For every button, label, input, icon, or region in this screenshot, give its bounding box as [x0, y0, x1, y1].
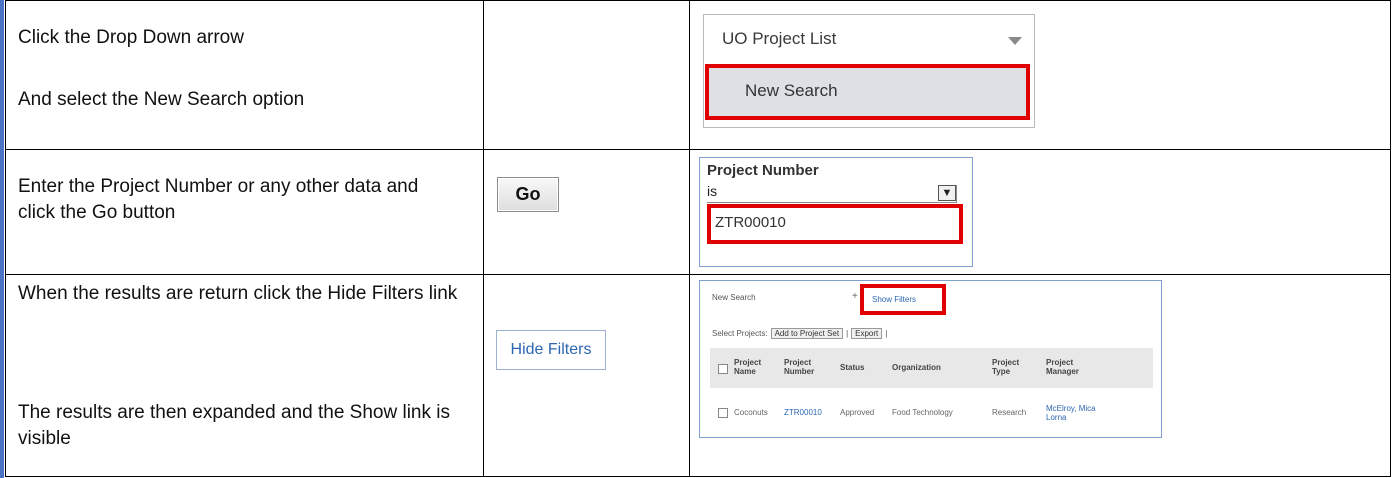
add-to-project-set-button[interactable]: Add to Project Set — [770, 328, 844, 339]
cell-project-manager[interactable]: McElroy, Mica Lorna — [1046, 404, 1098, 422]
project-number-input[interactable]: ZTR00010 — [707, 204, 963, 244]
chevron-down-icon[interactable]: ▼ — [938, 185, 956, 201]
project-list-dropdown[interactable]: UO Project List New Search — [703, 14, 1035, 128]
step-1-button-cell — [483, 0, 690, 150]
dropdown-header[interactable]: UO Project List — [704, 15, 1034, 63]
new-search-link[interactable]: New Search — [712, 293, 756, 302]
step-2-button-cell: Go — [483, 149, 690, 275]
new-search-option-label: New Search — [745, 81, 838, 100]
select-all-checkbox[interactable] — [718, 364, 728, 374]
hide-filters-button[interactable]: Hide Filters — [496, 330, 606, 370]
step-2-text-cell: Enter the Project Number or any other da… — [5, 149, 484, 275]
step-1-screenshot-cell: UO Project List New Search — [689, 0, 1391, 150]
export-button[interactable]: Export — [851, 328, 883, 339]
step-row-1: Click the Drop Down arrow And select the… — [5, 0, 1391, 150]
row-checkbox[interactable] — [718, 408, 728, 418]
step-2-instruction: Enter the Project Number or any other da… — [18, 176, 419, 223]
cell-status: Approved — [840, 408, 875, 417]
cell-project-type: Research — [992, 408, 1027, 417]
column-header-status[interactable]: Status — [840, 363, 864, 372]
show-filters-link[interactable]: Show Filters — [872, 295, 916, 304]
cell-project-number[interactable]: ZTR00010 — [784, 408, 822, 417]
step-row-2: Enter the Project Number or any other da… — [5, 149, 1391, 275]
plus-icon: + — [852, 291, 858, 302]
step-3-instruction-1: When the results are return click the Hi… — [18, 283, 458, 304]
column-header-project-manager[interactable]: Project Manager — [1046, 358, 1094, 376]
results-toolbar: Select Projects: Add to Project Set | Expor… — [712, 328, 888, 339]
step-1-text-cell: Click the Drop Down arrow And select the… — [5, 0, 484, 150]
operator-value: is — [707, 183, 718, 199]
project-number-filter: Project Number is ▼ ZTR00010 — [699, 157, 973, 267]
step-2-screenshot-cell: Project Number is ▼ ZTR00010 — [689, 149, 1391, 275]
dropdown-title: UO Project List — [722, 29, 837, 48]
step-row-3: When the results are return click the Hi… — [5, 274, 1391, 477]
go-button[interactable]: Go — [497, 177, 559, 212]
instruction-table: Click the Drop Down arrow And select the… — [5, 0, 1391, 477]
results-table-header: Project Name Project Number Status Organ… — [710, 348, 1153, 388]
cell-organization: Food Technology — [892, 408, 953, 417]
project-number-label: Project Number — [707, 162, 819, 179]
column-header-project-type[interactable]: Project Type — [992, 358, 1028, 376]
step-1-instruction-2: And select the New Search option — [18, 89, 305, 110]
select-projects-label: Select Projects: — [712, 329, 768, 338]
step-1-instruction-1: Click the Drop Down arrow — [18, 27, 244, 48]
new-search-option[interactable]: New Search — [705, 64, 1030, 120]
results-panel: New Search + Show Filters Select Project… — [699, 280, 1162, 438]
triangle-down-icon[interactable] — [1008, 37, 1022, 45]
operator-select[interactable]: is ▼ — [707, 183, 957, 203]
left-margin-rule — [0, 0, 4, 478]
step-3-text-cell: When the results are return click the Hi… — [5, 274, 484, 477]
step-3-screenshot-cell: New Search + Show Filters Select Project… — [689, 274, 1391, 477]
column-header-organization[interactable]: Organization — [892, 363, 941, 372]
step-3-instruction-2: The results are then expanded and the Sh… — [18, 402, 450, 449]
step-3-button-cell: Hide Filters — [483, 274, 690, 477]
table-row: Coconuts ZTR00010 Approved Food Technolo… — [710, 404, 1153, 424]
project-number-value: ZTR00010 — [715, 214, 786, 231]
cell-project-name[interactable]: Coconuts — [734, 408, 768, 417]
column-header-project-name[interactable]: Project Name — [734, 358, 772, 376]
show-filters-highlight[interactable]: Show Filters — [860, 284, 946, 315]
column-header-project-number[interactable]: Project Number — [784, 358, 824, 376]
